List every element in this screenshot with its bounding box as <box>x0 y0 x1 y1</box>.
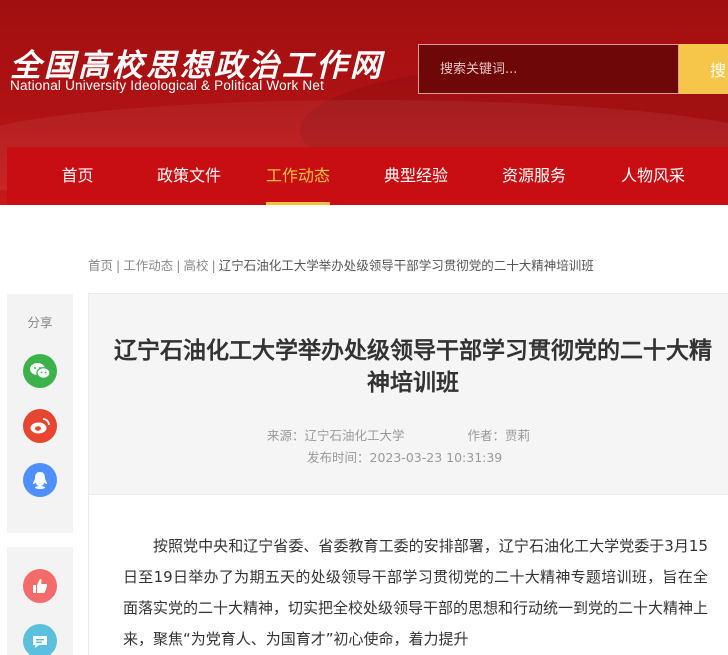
weibo-glyph <box>30 418 50 434</box>
article-title: 辽宁石油化工大学举办处级领导干部学习贯彻党的二十大精神培训班 <box>114 338 712 396</box>
main-nav: 首页 政策文件 工作动态 典型经验 资源服务 人物风采 <box>7 147 728 205</box>
comment-icon[interactable] <box>23 624 57 655</box>
breadcrumb-separator: | <box>176 258 181 273</box>
qq-glyph <box>33 472 47 489</box>
article-body: 按照党中央和辽宁省委、省委教育工委的安排部署，辽宁石油化工大学党委于3月15日至… <box>88 495 728 655</box>
nav-item-home[interactable]: 首页 <box>7 147 148 205</box>
breadcrumb-current: 辽宁石油化工大学举办处级领导干部学习贯彻党的二十大精神培训班 <box>218 258 594 273</box>
comment-glyph <box>33 636 47 648</box>
nav-item-policy[interactable]: 政策文件 <box>148 147 230 205</box>
search-input[interactable] <box>419 45 678 93</box>
nav-item-resources[interactable]: 资源服务 <box>502 147 566 205</box>
nav-item-typical-experience[interactable]: 典型经验 <box>384 147 448 205</box>
article-publish-time: 发布时间：2023-03-23 10:31:39 <box>307 450 503 465</box>
like-icon[interactable] <box>23 569 57 603</box>
nav-item-people[interactable]: 人物风采 <box>621 147 685 205</box>
breadcrumb-college[interactable]: 高校 <box>183 258 208 273</box>
wechat-icon[interactable] <box>23 354 57 388</box>
article-meta: 来源：辽宁石油化工大学 作者：贾莉 <box>267 425 530 444</box>
article-author: 作者：贾莉 <box>467 428 531 443</box>
action-panel <box>7 547 73 655</box>
breadcrumb: 首页 | 工作动态 | 高校 | 辽宁石油化工大学举办处级领导干部学习贯彻党的二十大精神培训… <box>88 255 594 274</box>
qq-icon[interactable] <box>23 463 57 497</box>
share-panel: 分享 <box>7 294 73 533</box>
nav-item-work-news[interactable]: 工作动态 <box>266 147 330 205</box>
breadcrumb-work-news[interactable]: 工作动态 <box>123 258 173 273</box>
wechat-glyph <box>30 363 51 379</box>
article-source: 来源：辽宁石油化工大学 <box>267 428 405 443</box>
breadcrumb-home[interactable]: 首页 <box>88 258 113 273</box>
share-label: 分享 <box>27 315 53 330</box>
breadcrumb-separator: | <box>116 258 121 273</box>
breadcrumb-separator: | <box>211 258 216 273</box>
search-box <box>418 44 679 94</box>
search-button[interactable]: 搜 <box>679 44 728 94</box>
article-paragraph: 按照党中央和辽宁省委、省委教育工委的安排部署，辽宁石油化工大学党委于3月15日至… <box>123 537 709 648</box>
article-header: 辽宁石油化工大学举办处级领导干部学习贯彻党的二十大精神培训班 来源：辽宁石油化工… <box>88 293 728 495</box>
weibo-icon[interactable] <box>23 409 57 443</box>
site-logo-english[interactable]: National University Ideological & Politi… <box>10 78 324 93</box>
thumbs-up-glyph <box>33 579 48 593</box>
